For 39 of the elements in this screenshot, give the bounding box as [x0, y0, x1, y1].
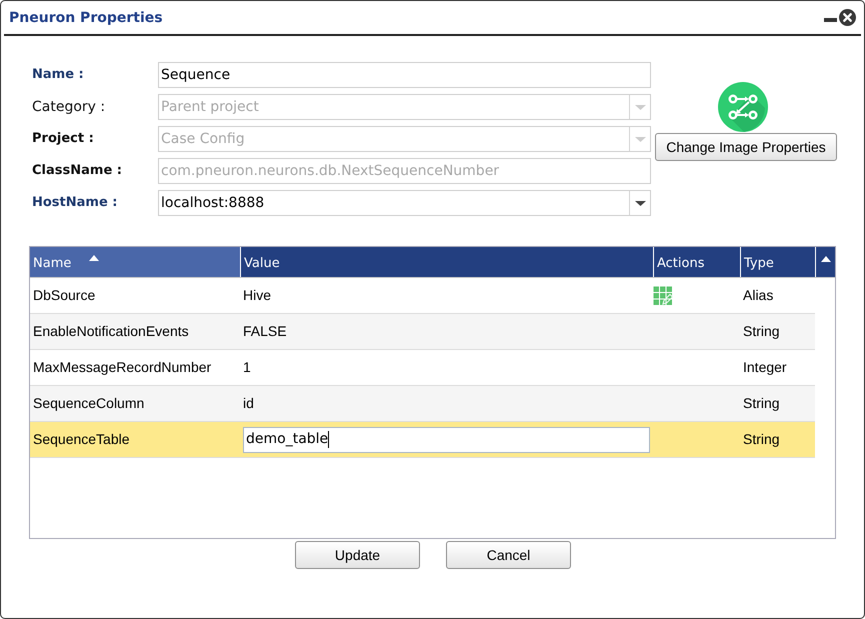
- update-button[interactable]: Update: [295, 541, 420, 569]
- table-cell-text: 1: [243, 358, 251, 377]
- window-title: Pneuron Properties: [9, 9, 163, 28]
- field-label: Name :: [32, 66, 85, 84]
- table-cell-text: Hive: [243, 286, 272, 305]
- table-row[interactable]: EnableNotificationEvents FALSE String: [30, 314, 815, 350]
- table-cell-text: DbSource: [33, 286, 96, 305]
- cancel-button[interactable]: Cancel: [446, 541, 571, 569]
- caret-icon[interactable]: [634, 200, 646, 206]
- table-cell-text: EnableNotificationEvents: [33, 322, 189, 341]
- table-row[interactable]: SequenceColumn id String: [30, 386, 815, 422]
- column-header[interactable]: Actions: [653, 247, 740, 277]
- table-cell-text: Alias: [743, 286, 774, 305]
- field-label: Category :: [32, 98, 106, 116]
- text-field[interactable]: Sequence: [158, 62, 651, 88]
- column-header[interactable]: Type: [740, 247, 815, 277]
- field-label: ClassName :: [32, 162, 123, 180]
- field-label: Project :: [32, 130, 95, 148]
- table-cell-text: SequenceColumn: [33, 394, 144, 413]
- table-cell-text: FALSE: [243, 322, 287, 341]
- field-label: HostName :: [32, 194, 119, 212]
- dropdown-field[interactable]: localhost:8888: [158, 190, 651, 216]
- table-cell-text: SequenceTable: [33, 430, 130, 449]
- table-cell-text: MaxMessageRecordNumber: [33, 358, 212, 377]
- table-cell-text: String: [743, 322, 780, 341]
- column-header[interactable]: Name: [30, 247, 240, 277]
- table-cell-text: String: [743, 394, 780, 413]
- close-icon[interactable]: [839, 9, 856, 26]
- table-row[interactable]: SequenceTable demo_table String: [30, 422, 815, 458]
- table-cell-text: String: [743, 430, 780, 449]
- sort-arrow-icon: [89, 255, 100, 261]
- grid-edit-icon[interactable]: [653, 286, 673, 306]
- table-cell-text: id: [243, 394, 254, 413]
- workflow-icon: [718, 82, 768, 132]
- scroll-up-icon[interactable]: [820, 256, 830, 262]
- change-image-button[interactable]: Change Image Properties: [655, 133, 837, 161]
- column-header[interactable]: Value: [240, 247, 653, 277]
- table-cell-text: Integer: [743, 358, 787, 377]
- cell-input-field[interactable]: demo_table: [243, 426, 650, 452]
